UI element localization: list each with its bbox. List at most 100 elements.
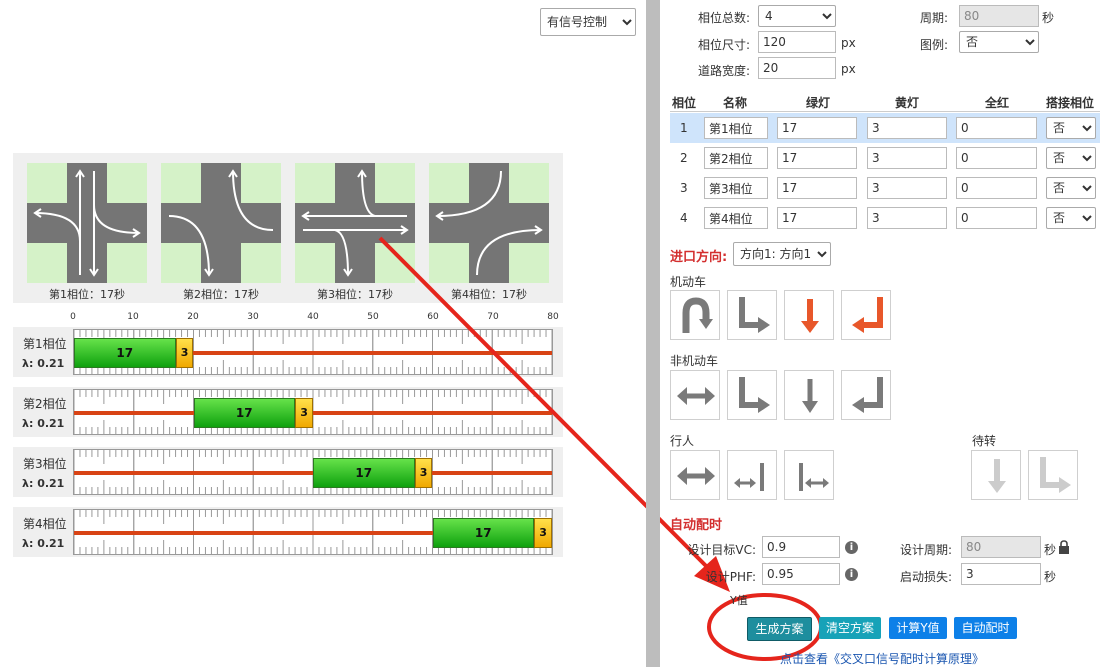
- timeline-lambda: λ: 0.21: [22, 357, 65, 370]
- auto-timing-button[interactable]: 自动配时: [954, 617, 1017, 639]
- bidirectional-arrow-icon[interactable]: [670, 370, 720, 420]
- road-width-unit: px: [841, 62, 856, 76]
- road-width-input[interactable]: [758, 57, 836, 79]
- phase-4-diagram[interactable]: [429, 163, 549, 283]
- green-time-input[interactable]: [777, 147, 857, 169]
- phase-table-row[interactable]: 4否: [670, 203, 1100, 233]
- calc-y-button[interactable]: 计算Y值: [889, 617, 947, 639]
- phase-count-select[interactable]: 4: [758, 5, 836, 27]
- scale-tick-label: 50: [367, 312, 379, 322]
- info-icon[interactable]: i: [845, 541, 858, 554]
- phf-input[interactable]: [762, 563, 840, 585]
- approach-label: 进口方向:: [670, 250, 728, 265]
- green-signal-bar[interactable]: 17: [313, 458, 415, 488]
- timeline-track[interactable]: 17 3: [73, 449, 553, 495]
- signal-control-select[interactable]: 有信号控制: [540, 8, 636, 36]
- all-red-time-input[interactable]: [956, 207, 1037, 229]
- pedestrian-label: 行人: [670, 434, 695, 448]
- timeline-lambda: λ: 0.21: [22, 537, 65, 550]
- yellow-signal-bar[interactable]: 3: [534, 518, 552, 548]
- left-turn-arrow-icon[interactable]: [841, 290, 891, 340]
- phase-table-row[interactable]: 2否: [670, 143, 1100, 173]
- timeline-track[interactable]: 17 3: [73, 329, 553, 375]
- phf-label: 设计PHF:: [705, 570, 756, 584]
- u-turn-arrow-icon[interactable]: [670, 290, 720, 340]
- timeline-scale: 0 10 20 30 40 50 60 70 80: [70, 312, 559, 326]
- col-header-overlap: 搭接相位: [1046, 96, 1095, 110]
- all-red-time-input[interactable]: [956, 177, 1037, 199]
- phase-name-input[interactable]: [704, 117, 768, 139]
- approach-select[interactable]: 方向1: 方向1: [733, 242, 831, 266]
- crosswalk-right-icon[interactable]: [727, 450, 777, 500]
- phase-4-caption: 第4相位：17秒: [451, 288, 527, 301]
- generate-plan-button[interactable]: 生成方案: [747, 617, 812, 641]
- phase-table-row[interactable]: 1否: [670, 113, 1100, 143]
- legend-select[interactable]: 否: [959, 31, 1039, 53]
- timeline-row: 第1相位 λ: 0.21 17 3: [13, 327, 563, 377]
- table-header-divider: [670, 111, 1100, 112]
- startup-loss-input[interactable]: [961, 563, 1041, 585]
- yellow-signal-bar[interactable]: 3: [414, 458, 433, 488]
- green-time-input[interactable]: [777, 177, 857, 199]
- target-vc-input[interactable]: [762, 536, 840, 558]
- yellow-time-input[interactable]: [867, 147, 947, 169]
- phase-index: 2: [680, 151, 688, 165]
- crosswalk-bidirectional-icon[interactable]: [670, 450, 720, 500]
- timeline-track[interactable]: 17 3: [73, 509, 553, 555]
- yellow-time-input[interactable]: [867, 207, 947, 229]
- scale-tick-label: 60: [427, 312, 439, 322]
- cycle-input[interactable]: [959, 5, 1039, 27]
- calculation-principle-link[interactable]: 点击查看《交叉口信号配时计算原理》: [780, 650, 984, 667]
- phase-3-diagram[interactable]: [295, 163, 415, 283]
- overlap-phase-select[interactable]: 否: [1046, 117, 1096, 139]
- green-time-input[interactable]: [777, 207, 857, 229]
- overlap-phase-select[interactable]: 否: [1046, 177, 1096, 199]
- timeline-row: 第4相位 λ: 0.21 17 3: [13, 507, 563, 557]
- auto-timing-title: 自动配时: [670, 518, 723, 533]
- straight-arrow-icon[interactable]: [784, 290, 834, 340]
- col-header-green: 绿灯: [806, 96, 831, 110]
- panel-splitter[interactable]: [646, 0, 660, 667]
- all-red-time-input[interactable]: [956, 147, 1037, 169]
- right-turn-arrow-icon[interactable]: [727, 290, 777, 340]
- red-signal-line: [74, 411, 552, 415]
- overlap-phase-select[interactable]: 否: [1046, 147, 1096, 169]
- phase-1-diagram[interactable]: [27, 163, 147, 283]
- yellow-signal-bar[interactable]: 3: [175, 338, 194, 368]
- left-turn-arrow-icon[interactable]: [841, 370, 891, 420]
- info-icon[interactable]: i: [845, 568, 858, 581]
- phase-name-input[interactable]: [704, 147, 768, 169]
- phase-name-input[interactable]: [704, 177, 768, 199]
- green-time-input[interactable]: [777, 117, 857, 139]
- waiting-right-turn-arrow-icon[interactable]: [1028, 450, 1078, 500]
- cycle-label: 周期:: [920, 11, 949, 25]
- overlap-phase-select[interactable]: 否: [1046, 207, 1096, 229]
- phase-table-row[interactable]: 3否: [670, 173, 1100, 203]
- phase-index: 3: [680, 181, 688, 195]
- timeline-lambda: λ: 0.21: [22, 477, 65, 490]
- timeline-phase-name: 第1相位: [23, 337, 67, 351]
- lock-icon[interactable]: [1058, 540, 1070, 554]
- all-red-time-input[interactable]: [956, 117, 1037, 139]
- yellow-time-input[interactable]: [867, 117, 947, 139]
- phase-name-input[interactable]: [704, 207, 768, 229]
- design-cycle-input[interactable]: [961, 536, 1041, 558]
- yellow-time-input[interactable]: [867, 177, 947, 199]
- scale-tick-label: 80: [547, 312, 559, 322]
- green-signal-bar[interactable]: 17: [193, 398, 296, 428]
- phase-2-diagram[interactable]: [161, 163, 281, 283]
- non-motor-label: 非机动车: [670, 354, 719, 368]
- timeline-row: 第2相位 λ: 0.21 17 3: [13, 387, 563, 437]
- timeline-track[interactable]: 17 3: [73, 389, 553, 435]
- waiting-straight-arrow-icon[interactable]: [971, 450, 1021, 500]
- clear-plan-button[interactable]: 清空方案: [819, 617, 881, 639]
- phase-size-input[interactable]: [758, 31, 836, 53]
- green-signal-bar[interactable]: 17: [432, 518, 535, 548]
- green-signal-bar[interactable]: 17: [74, 338, 176, 368]
- straight-arrow-icon[interactable]: [784, 370, 834, 420]
- crosswalk-left-icon[interactable]: [784, 450, 834, 500]
- right-turn-arrow-icon[interactable]: [727, 370, 777, 420]
- timeline-row: 第3相位 λ: 0.21 17 3: [13, 447, 563, 497]
- timeline-phase-name: 第4相位: [23, 517, 67, 531]
- yellow-signal-bar[interactable]: 3: [295, 398, 313, 428]
